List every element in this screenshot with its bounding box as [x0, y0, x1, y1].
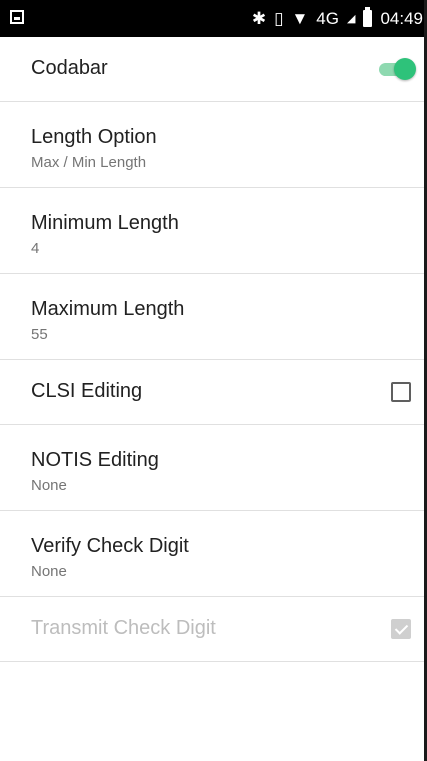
setting-notis-editing[interactable]: NOTIS Editing None [0, 425, 427, 511]
setting-codabar[interactable]: Codabar [0, 37, 427, 102]
wifi-icon: ▼ [291, 8, 309, 28]
setting-title: Codabar [31, 57, 108, 79]
status-bar: ✱ ▯ ▼ 4G ◢ 04:49 [0, 0, 427, 37]
setting-summary: 55 [31, 326, 48, 343]
vibrate-icon: ▯ [274, 8, 284, 28]
setting-title: Verify Check Digit [31, 535, 189, 557]
setting-summary: 4 [31, 240, 40, 257]
screenshot-notification-icon [10, 10, 24, 24]
settings-list: Codabar Length Option Max / Min Length M… [0, 37, 427, 662]
setting-title: Transmit Check Digit [31, 617, 216, 639]
setting-title: NOTIS Editing [31, 449, 159, 471]
setting-verify-check-digit[interactable]: Verify Check Digit None [0, 511, 427, 597]
setting-title: Minimum Length [31, 212, 179, 234]
transmit-check-digit-checkbox [391, 619, 411, 639]
setting-minimum-length[interactable]: Minimum Length 4 [0, 188, 427, 274]
status-time: 04:49 [380, 8, 423, 28]
setting-length-option[interactable]: Length Option Max / Min Length [0, 102, 427, 188]
setting-clsi-editing[interactable]: CLSI Editing [0, 360, 427, 425]
setting-title: Length Option [31, 126, 157, 148]
setting-title: Maximum Length [31, 298, 185, 320]
setting-title: CLSI Editing [31, 380, 143, 402]
bluetooth-icon: ✱ [251, 8, 267, 28]
setting-summary: None [31, 563, 67, 580]
setting-maximum-length[interactable]: Maximum Length 55 [0, 274, 427, 360]
signal-icon: ◢ [346, 13, 356, 25]
setting-summary: None [31, 477, 67, 494]
switch-thumb [394, 58, 416, 80]
codabar-toggle-switch[interactable] [379, 58, 416, 80]
battery-icon [363, 7, 373, 27]
clsi-editing-checkbox[interactable] [391, 382, 411, 402]
setting-summary: Max / Min Length [31, 154, 147, 171]
setting-transmit-check-digit: Transmit Check Digit [0, 597, 427, 662]
network-type-label: 4G [316, 8, 339, 28]
status-icons: ✱ ▯ ▼ 4G ◢ 04:49 [252, 0, 423, 37]
